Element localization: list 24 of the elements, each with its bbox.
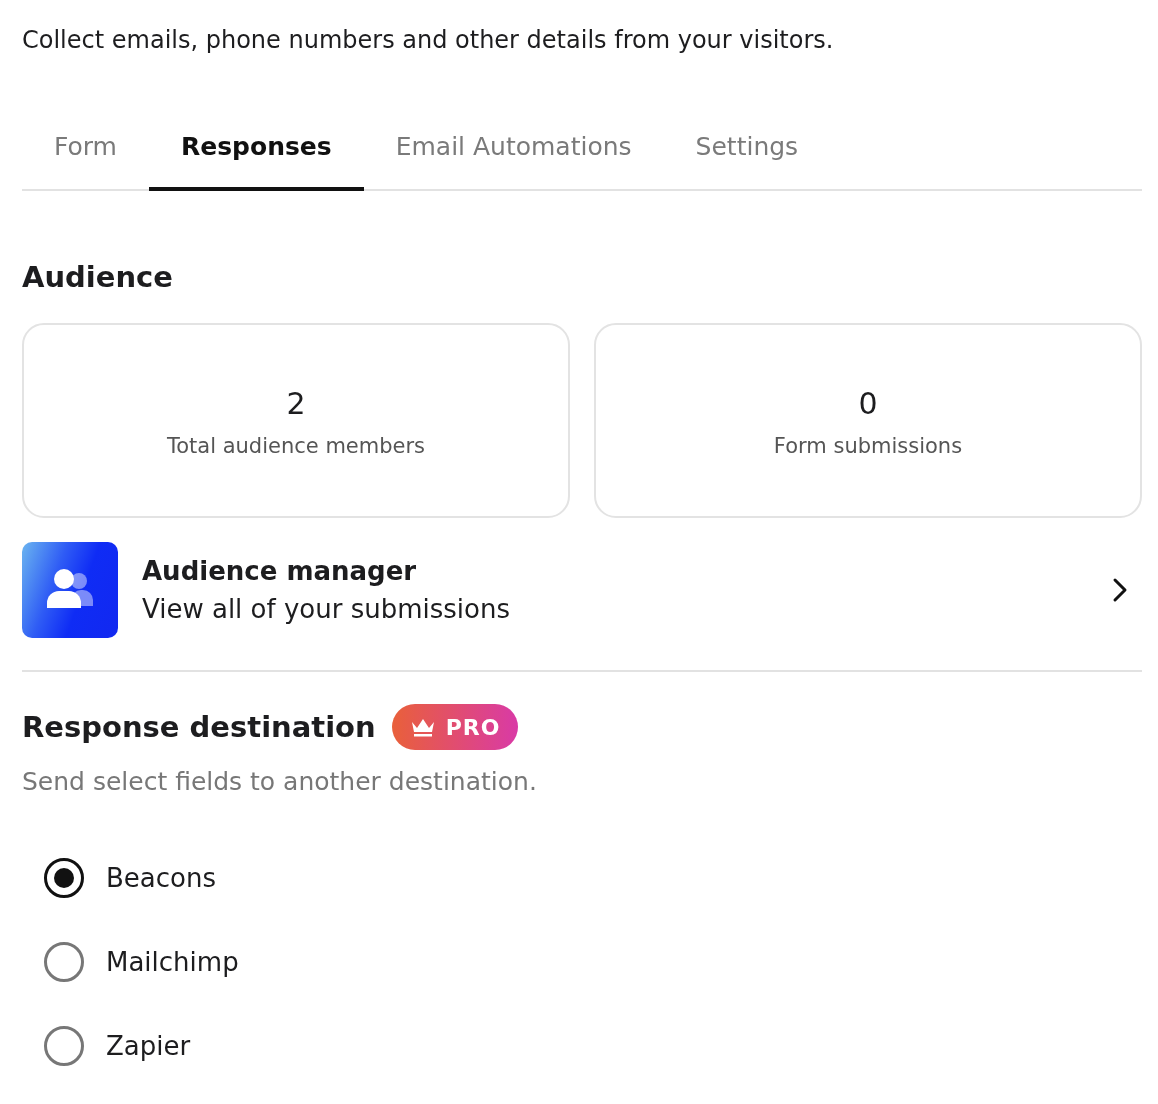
section-title: Audience — [22, 259, 174, 296]
option-label[interactable]: Zapier — [106, 1026, 191, 1066]
stat-label: Total audience members — [166, 433, 426, 458]
tab[interactable]: Email Automations — [363, 114, 664, 191]
section-description: Send select fields to another destination. — [22, 766, 538, 798]
stat-value: 2 — [286, 384, 306, 423]
manager-subtitle: View all of your submissions — [142, 593, 511, 626]
crown-icon — [409, 717, 436, 737]
badge-label: PRO — [445, 714, 501, 740]
stat-label: Form submissions — [773, 433, 963, 458]
stat-value: 0 — [858, 384, 878, 423]
option-label[interactable]: Mailchimp — [106, 942, 239, 982]
chevron-right-icon[interactable] — [1112, 577, 1128, 603]
section-title: Response destination — [22, 709, 376, 746]
tab[interactable]: Form — [22, 114, 149, 191]
people-icon — [22, 542, 118, 638]
tab[interactable]: Responses — [149, 114, 364, 191]
manager-title: Audience manager — [142, 555, 418, 588]
radio-button[interactable] — [44, 858, 84, 898]
tab[interactable]: Settings — [663, 114, 831, 191]
radio-button[interactable] — [44, 942, 84, 982]
intro-text: Collect emails, phone numbers and other details from your visitors. — [22, 25, 835, 56]
radio-button[interactable] — [44, 1026, 84, 1066]
option-label[interactable]: Beacons — [106, 858, 216, 898]
